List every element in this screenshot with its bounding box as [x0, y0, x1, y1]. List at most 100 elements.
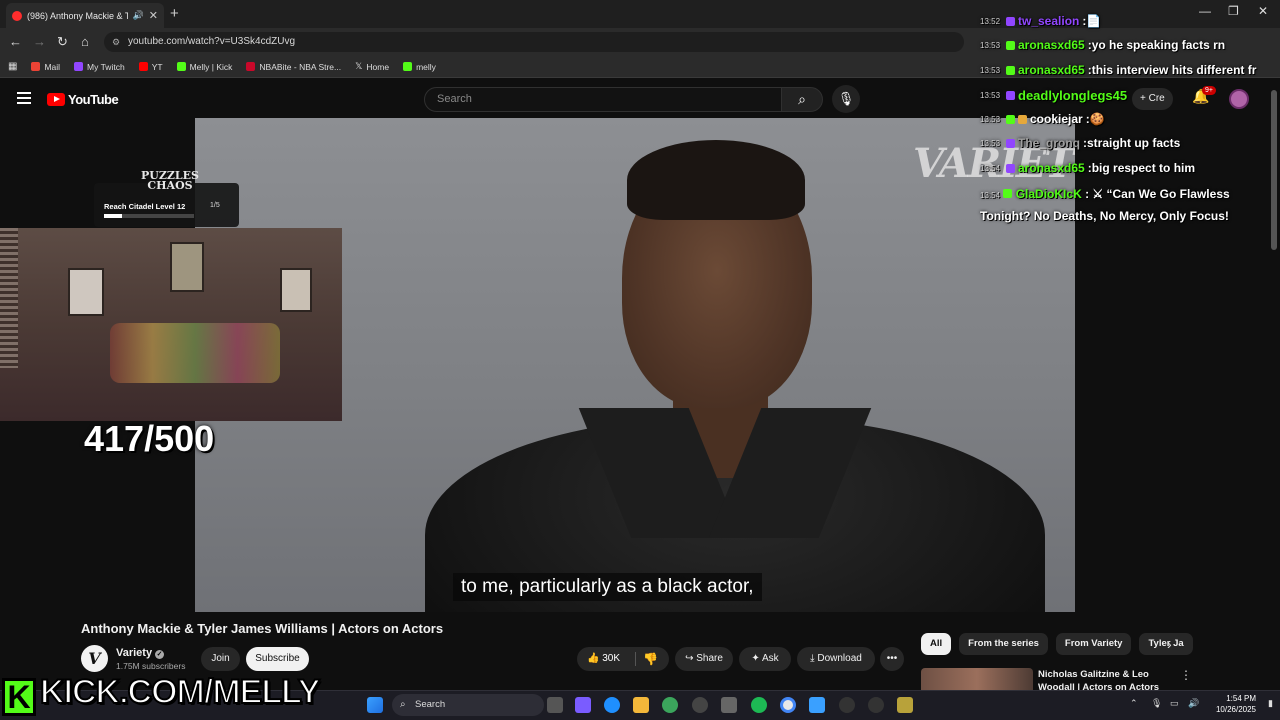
bookmark-my-twitch[interactable]: My Twitch: [74, 62, 125, 72]
share-button[interactable]: ↪ Share: [675, 647, 733, 671]
app-icon[interactable]: [868, 697, 884, 713]
app-icon[interactable]: [897, 697, 913, 713]
join-button[interactable]: Join: [201, 647, 240, 671]
edge-icon[interactable]: [604, 697, 620, 713]
chip-all[interactable]: All: [921, 633, 952, 655]
download-button[interactable]: ⤓ Download: [797, 647, 875, 671]
browser-tab[interactable]: (986) Anthony Mackie & Ty 🔊 ✕: [6, 3, 164, 28]
chat-username: The_gronq: [1018, 136, 1080, 150]
bookmark-yt[interactable]: YT: [138, 62, 163, 72]
tab-close-icon[interactable]: ✕: [149, 9, 158, 22]
task-view-icon[interactable]: [547, 697, 563, 713]
media-player-icon[interactable]: [839, 697, 855, 713]
chip-from-variety[interactable]: From Variety: [1055, 633, 1132, 655]
dislike-button[interactable]: 👎: [643, 647, 658, 671]
photos-icon[interactable]: [809, 697, 825, 713]
channel-name-text: Variety: [116, 647, 153, 659]
voice-search-button[interactable]: 🎙: [832, 85, 860, 113]
mic-icon: 🎙: [837, 91, 855, 106]
chat-timestamp: 13:53: [980, 65, 1001, 75]
bookmark-home[interactable]: 𝕏 Home: [355, 61, 389, 72]
kebab-menu-icon[interactable]: ⋮: [1180, 668, 1192, 682]
video-title: Anthony Mackie & Tyler James Williams | …: [81, 621, 444, 636]
like-button[interactable]: 👍 30K: [587, 647, 620, 671]
url-field[interactable]: ⚙ youtube.com/watch?v=U3Sk4cdZUvg: [104, 32, 964, 52]
store-icon[interactable]: [721, 697, 737, 713]
search-input[interactable]: Search: [424, 87, 782, 112]
subscriber-count: 1.75M subscribers: [116, 661, 186, 671]
youtube-favicon-icon: [12, 10, 22, 21]
sub-goal-counter: 417/500: [84, 418, 215, 459]
bookmark-label: melly: [416, 61, 436, 72]
recommended-video-title[interactable]: Nicholas Galitzine & Leo Woodall | Actor…: [1038, 668, 1168, 690]
taskbar-search[interactable]: ⌕ Search: [392, 694, 544, 716]
chat-message: 13:54 aronasxd65 : big respect to him: [980, 161, 1195, 175]
chat-text: 🍪: [1089, 112, 1105, 126]
clock-time: 1:54 PM: [1226, 694, 1256, 703]
chip-from-the-series[interactable]: From the series: [959, 633, 1048, 655]
bookmark-nbabite[interactable]: NBABite - NBA Stre...: [246, 62, 341, 72]
bookmark-melly-kick[interactable]: Melly | Kick: [176, 61, 233, 72]
thumbs-down-icon: 👎: [643, 652, 658, 666]
site-info-icon[interactable]: ⚙: [112, 32, 120, 52]
kick-badge-icon: [1006, 40, 1015, 50]
subscribe-button[interactable]: Subscribe: [246, 647, 309, 671]
channel-name[interactable]: Variety ✓: [116, 647, 165, 659]
forward-icon[interactable]: →: [33, 34, 46, 49]
channel-avatar[interactable]: V: [81, 645, 108, 672]
chat-text: this interview hits different fr: [1091, 63, 1257, 77]
kick-badge-icon: [1006, 114, 1015, 124]
twitch-icon: [74, 62, 84, 71]
kick-channel-banner: KICK.COM/MELLY: [39, 672, 321, 712]
chat-username: aronasxd65: [1018, 63, 1085, 77]
notification-icon[interactable]: ▮: [1268, 698, 1273, 709]
new-tab-button[interactable]: +: [170, 5, 179, 22]
chat-timestamp: 13:54: [980, 191, 1001, 200]
apps-grid-icon[interactable]: ▦: [8, 61, 17, 72]
chat-username: aronasxd65: [1018, 38, 1085, 52]
back-icon[interactable]: ←: [9, 34, 22, 49]
chrome-icon[interactable]: [780, 697, 796, 713]
windows-start-icon[interactable]: [367, 697, 383, 713]
bookmark-label: Melly | Kick: [189, 61, 233, 72]
bookmark-label: Home: [366, 61, 390, 72]
bookmark-mail[interactable]: Mail: [31, 62, 60, 72]
taskbar-clock[interactable]: 1:54 PM 10/26/2025: [1206, 693, 1256, 715]
chat-overlay: 13:52 tw_sealion : 📄 13:53 aronasxd65 : …: [980, 0, 1280, 230]
wall-frame: [280, 268, 312, 312]
file-explorer-icon[interactable]: [633, 697, 649, 713]
x-icon: 𝕏: [355, 61, 363, 71]
taskbar-search-label: Search: [415, 699, 446, 710]
chat-message: 13:53 aronasxd65 : this interview hits d…: [980, 63, 1256, 77]
network-icon[interactable]: ▭: [1170, 698, 1179, 709]
app-icon[interactable]: [692, 697, 708, 713]
copilot-icon[interactable]: [575, 697, 591, 713]
home-icon[interactable]: ⌂: [81, 34, 89, 49]
reload-icon[interactable]: ↻: [57, 34, 68, 50]
more-actions-button[interactable]: •••: [880, 647, 904, 671]
kick-icon: [403, 62, 413, 71]
kick-icon: [176, 62, 186, 71]
clock-date: 10/26/2025: [1215, 705, 1256, 714]
download-icon: ⤓: [810, 653, 815, 664]
goal-title: Reach Citadel Level 12: [104, 202, 186, 211]
spotify-icon[interactable]: [751, 697, 767, 713]
collectibles-shelf: [110, 323, 280, 383]
recommended-video-thumbnail[interactable]: [921, 668, 1033, 690]
chevron-right-icon[interactable]: ›: [1167, 636, 1172, 652]
chat-message: 13:53 The_gronq : straight up facts: [980, 136, 1180, 150]
ask-button[interactable]: ✦ Ask: [739, 647, 791, 671]
verified-icon: ✓: [155, 650, 165, 659]
url-text: youtube.com/watch?v=U3Sk4cdZUvg: [128, 36, 296, 47]
xbox-icon[interactable]: [662, 697, 678, 713]
search-button[interactable]: ⌕: [781, 87, 823, 112]
menu-icon[interactable]: [17, 92, 31, 104]
page-scrollbar[interactable]: [1271, 90, 1277, 250]
mic-icon[interactable]: 🎙: [1151, 698, 1162, 709]
bookmark-melly[interactable]: melly: [403, 62, 436, 72]
volume-icon[interactable]: 🔊: [1188, 698, 1199, 709]
youtube-logo[interactable]: YouTube: [47, 92, 119, 107]
tab-audio-icon[interactable]: 🔊: [133, 10, 144, 21]
chat-username: aronasxd65: [1018, 161, 1085, 175]
tray-chevron-icon[interactable]: ⌃: [1130, 698, 1138, 709]
